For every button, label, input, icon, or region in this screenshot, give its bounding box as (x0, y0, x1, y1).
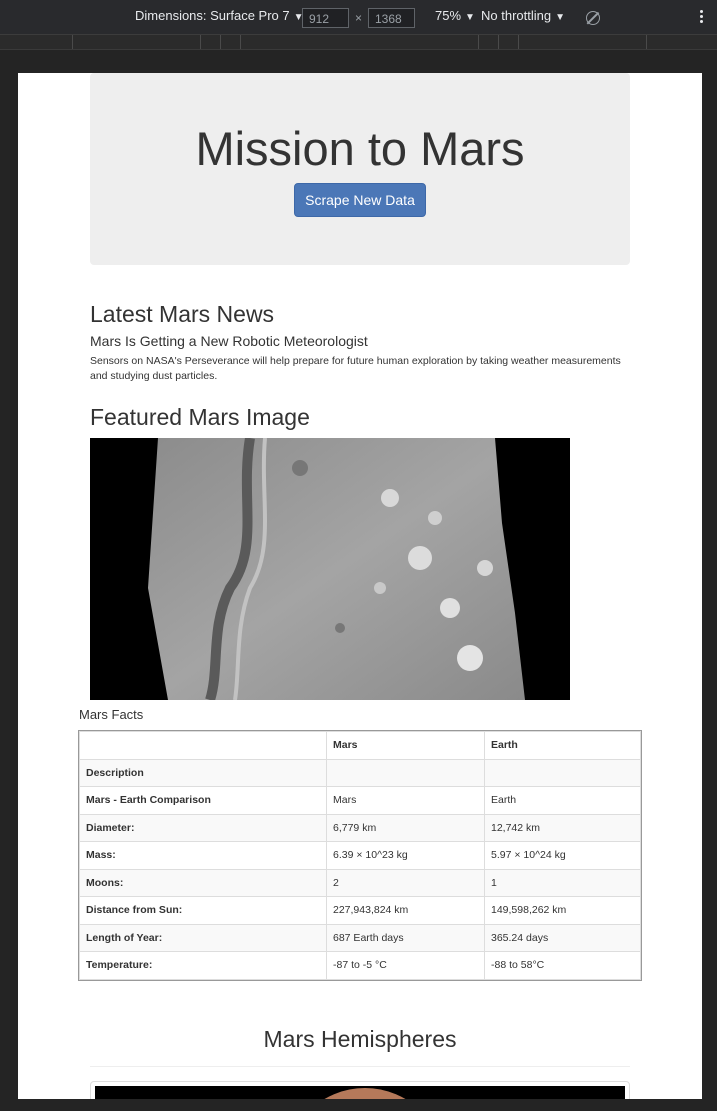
chevron-down-icon: ▼ (555, 12, 565, 23)
news-paragraph: Sensors on NASA's Perseverance will help… (90, 355, 621, 382)
earth-cell: 149,598,262 km (484, 896, 641, 925)
mars-cell (326, 758, 485, 787)
mars-cell: Mars (326, 786, 485, 815)
table-header-cell: Mars (326, 731, 485, 760)
row-label: Moons: (79, 868, 327, 897)
more-options-icon[interactable] (700, 10, 704, 25)
scrape-button[interactable]: Scrape New Data (294, 183, 426, 217)
hemispheres-heading: Mars Hemispheres (263, 1026, 457, 1052)
row-label: Distance from Sun: (79, 896, 327, 925)
times-separator: × (355, 11, 363, 25)
throttling-label: No throttling (481, 8, 552, 23)
earth-cell: 5.97 × 10^24 kg (484, 841, 641, 870)
mars-cell: 2 (326, 868, 485, 897)
row-label: Length of Year: (79, 923, 327, 952)
mars-cell: -87 to -5 °C (326, 951, 485, 980)
earth-cell: 365.24 days (484, 923, 641, 952)
throttling-dropdown[interactable]: No throttling ▼ (481, 8, 565, 23)
mars-cell: 6.39 × 10^23 kg (326, 841, 485, 870)
mars-cell: 687 Earth days (326, 923, 485, 952)
facts-table: Mars Earth Description Mars - Earth Comp… (78, 730, 642, 981)
table-row: Mars - Earth Comparison Mars Earth (79, 786, 641, 815)
mars-cell: 6,779 km (326, 813, 485, 842)
table-row: Diameter: 6,779 km 12,742 km (79, 813, 641, 842)
device-dimensions-dropdown[interactable]: Dimensions: Surface Pro 7 ▼ (135, 8, 304, 23)
zoom-label: 75% (435, 8, 462, 23)
news-heading: Latest Mars News (90, 301, 275, 327)
height-input[interactable]: 1368 (368, 8, 415, 28)
news-title: Mars Is Getting a New Robotic Meteorolog… (90, 333, 368, 349)
hemisphere-thumbnail[interactable] (90, 1081, 630, 1099)
table-row: Temperature: -87 to -5 °C -88 to 58°C (79, 951, 641, 980)
media-query-ruler (0, 35, 717, 50)
row-label: Temperature: (79, 951, 327, 980)
table-row: Mass: 6.39 × 10^23 kg 5.97 × 10^24 kg (79, 841, 641, 870)
page-viewport: Mission to Mars Scrape New Data Latest M… (18, 73, 702, 1099)
table-row: Description (79, 758, 641, 787)
earth-cell: -88 to 58°C (484, 951, 641, 980)
hemisphere-image (95, 1086, 625, 1099)
zoom-dropdown[interactable]: 75% ▼ (435, 8, 475, 23)
row-label: Diameter: (79, 813, 327, 842)
earth-cell (484, 758, 641, 787)
width-input[interactable]: 912 (302, 8, 349, 28)
mars-cell: 227,943,824 km (326, 896, 485, 925)
divider (90, 1066, 630, 1067)
row-label: Mass: (79, 841, 327, 870)
device-dimensions-label: Dimensions: Surface Pro 7 (135, 8, 290, 23)
jumbotron: Mission to Mars Scrape New Data (90, 73, 630, 265)
table-row: Distance from Sun: 227,943,824 km 149,59… (79, 896, 641, 925)
rotate-icon[interactable] (586, 11, 600, 25)
earth-cell: 1 (484, 868, 641, 897)
table-header-row: Mars Earth (79, 731, 641, 760)
mars-surface-image (90, 437, 570, 702)
row-label: Description (79, 758, 327, 787)
facts-label: Mars Facts (79, 707, 144, 722)
table-row: Moons: 2 1 (79, 868, 641, 897)
earth-cell: Earth (484, 786, 641, 815)
page-title: Mission to Mars (195, 122, 525, 175)
chevron-down-icon: ▼ (465, 12, 475, 23)
table-header-cell (79, 731, 327, 760)
table-row: Length of Year: 687 Earth days 365.24 da… (79, 923, 641, 952)
table-header-cell: Earth (484, 731, 641, 760)
earth-cell: 12,742 km (484, 813, 641, 842)
featured-image-heading: Featured Mars Image (90, 404, 310, 430)
row-label: Mars - Earth Comparison (79, 786, 327, 815)
featured-mars-image (90, 437, 570, 702)
device-toolbar: Dimensions: Surface Pro 7 ▼ 912 × 1368 75… (0, 0, 717, 35)
